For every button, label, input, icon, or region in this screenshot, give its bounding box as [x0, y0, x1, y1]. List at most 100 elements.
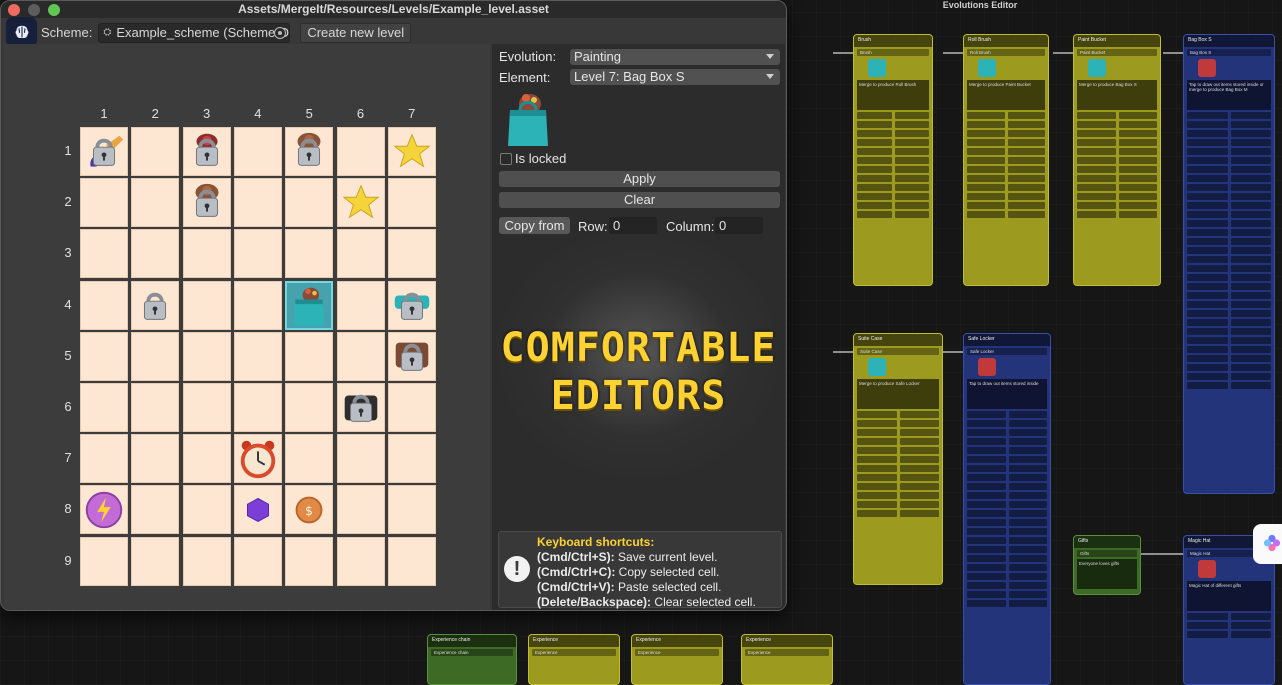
- node-property-row[interactable]: [967, 438, 1047, 445]
- node-property-row[interactable]: [1187, 148, 1271, 155]
- grid-cell[interactable]: [387, 229, 436, 279]
- node-property-row[interactable]: [857, 175, 929, 182]
- apply-button[interactable]: Apply: [499, 171, 780, 187]
- node-property-row[interactable]: [1187, 631, 1271, 638]
- node-property-row[interactable]: [857, 202, 929, 209]
- node-property-row[interactable]: [1187, 193, 1271, 200]
- grid-cell[interactable]: [182, 536, 231, 586]
- create-new-level-button[interactable]: Create new level: [300, 22, 412, 43]
- node-property-row[interactable]: [967, 546, 1047, 553]
- node-property-row[interactable]: [1187, 292, 1271, 299]
- node-property-row[interactable]: [1077, 112, 1157, 119]
- evolution-node[interactable]: Experience Experience: [741, 634, 833, 685]
- node-name-field[interactable]: Brush: [857, 49, 929, 56]
- node-property-row[interactable]: [857, 447, 939, 454]
- node-property-row[interactable]: [1187, 283, 1271, 290]
- grid-cell[interactable]: [131, 127, 180, 176]
- node-property-row[interactable]: [857, 474, 939, 481]
- node-property-row[interactable]: [967, 537, 1047, 544]
- evolution-node[interactable]: Safe Locker Safe Locker Tap to draw out it…: [963, 333, 1051, 685]
- grid-cell[interactable]: [336, 280, 385, 330]
- evolution-dropdown[interactable]: Painting: [570, 49, 780, 65]
- node-property-row[interactable]: [967, 420, 1047, 427]
- node-property-row[interactable]: [1187, 364, 1271, 371]
- grid-cell[interactable]: [233, 485, 282, 535]
- node-property-row[interactable]: [1187, 121, 1271, 128]
- node-property-row[interactable]: [857, 184, 929, 191]
- node-property-row[interactable]: [857, 139, 929, 146]
- node-property-row[interactable]: [1187, 346, 1271, 353]
- grid-cell[interactable]: $: [285, 485, 334, 535]
- node-property-row[interactable]: [857, 130, 929, 137]
- grid-cell[interactable]: [387, 178, 436, 228]
- node-property-row[interactable]: [1077, 148, 1157, 155]
- grid-cell-selected[interactable]: [285, 280, 334, 330]
- node-property-row[interactable]: [1077, 211, 1157, 218]
- node-property-row[interactable]: [857, 166, 929, 173]
- node-description[interactable]: Everyone loves gifts: [1077, 559, 1137, 589]
- evolution-node[interactable]: Suite Case Suite Case Merge to produce Saf…: [853, 333, 943, 585]
- grid-cell[interactable]: [80, 178, 128, 228]
- node-property-row[interactable]: [967, 528, 1047, 535]
- evolution-node[interactable]: Experience chain Experience chain: [427, 634, 517, 685]
- grid-cell[interactable]: [336, 383, 385, 432]
- evolution-node[interactable]: Gifts Gifts Everyone loves gifts: [1073, 535, 1141, 595]
- node-property-row[interactable]: [967, 112, 1045, 119]
- node-property-row[interactable]: [857, 429, 939, 436]
- grid-cell[interactable]: [131, 229, 180, 279]
- grid-cell[interactable]: [233, 127, 282, 176]
- grid-cell[interactable]: [387, 536, 436, 586]
- grid-cell[interactable]: [80, 434, 128, 484]
- node-property-row[interactable]: [857, 465, 939, 472]
- grid-cell[interactable]: [285, 434, 334, 484]
- node-property-row[interactable]: [1187, 238, 1271, 245]
- node-name-field[interactable]: Gifts: [1077, 550, 1137, 557]
- node-property-row[interactable]: [1187, 184, 1271, 191]
- node-description[interactable]: Merge to produce Roll Brush: [857, 80, 929, 110]
- node-property-row[interactable]: [1187, 310, 1271, 317]
- node-property-row[interactable]: [1077, 175, 1157, 182]
- grid-cell[interactable]: [80, 229, 128, 279]
- grid-cell[interactable]: [285, 331, 334, 381]
- node-property-row[interactable]: [857, 211, 929, 218]
- node-property-row[interactable]: [967, 465, 1047, 472]
- grid-cell[interactable]: [336, 434, 385, 484]
- minimize-window-button[interactable]: [28, 4, 40, 16]
- grid-cell[interactable]: [182, 280, 231, 330]
- grid-cell[interactable]: [131, 331, 180, 381]
- grid-cell[interactable]: [387, 434, 436, 484]
- node-property-row[interactable]: [1187, 256, 1271, 263]
- evolution-node[interactable]: Bag Box S Bag Box S Tap to draw out items …: [1183, 34, 1275, 494]
- grid-cell[interactable]: [182, 178, 231, 228]
- grid-cell[interactable]: [182, 229, 231, 279]
- node-property-row[interactable]: [967, 519, 1047, 526]
- node-property-row[interactable]: [967, 564, 1047, 571]
- node-property-row[interactable]: [967, 492, 1047, 499]
- grid-cell[interactable]: [387, 383, 436, 432]
- node-property-row[interactable]: [1187, 166, 1271, 173]
- node-property-row[interactable]: [967, 157, 1045, 164]
- grid-cell[interactable]: [285, 178, 334, 228]
- grid-cell[interactable]: [182, 485, 231, 535]
- node-property-row[interactable]: [967, 600, 1047, 607]
- node-property-row[interactable]: [1187, 613, 1271, 620]
- node-property-row[interactable]: [1187, 130, 1271, 137]
- node-property-row[interactable]: [857, 501, 939, 508]
- node-property-row[interactable]: [857, 510, 939, 517]
- grid-cell[interactable]: [336, 331, 385, 381]
- node-name-field[interactable]: Safe Locker: [967, 348, 1047, 355]
- grid-cell[interactable]: [285, 127, 334, 176]
- node-property-row[interactable]: [857, 148, 929, 155]
- maximize-window-button[interactable]: [48, 4, 60, 16]
- element-dropdown[interactable]: Level 7: Bag Box S: [570, 69, 780, 85]
- node-description[interactable]: Tap to draw out items stored inside: [967, 379, 1047, 409]
- grid-cell[interactable]: [80, 485, 128, 535]
- grid-cell[interactable]: [131, 434, 180, 484]
- node-property-row[interactable]: [1187, 373, 1271, 380]
- grid-cell[interactable]: [387, 280, 436, 330]
- grid-cell[interactable]: [182, 434, 231, 484]
- node-property-row[interactable]: [967, 510, 1047, 517]
- node-property-row[interactable]: [1187, 157, 1271, 164]
- grid-cell[interactable]: [233, 331, 282, 381]
- grid-cell[interactable]: [80, 127, 128, 176]
